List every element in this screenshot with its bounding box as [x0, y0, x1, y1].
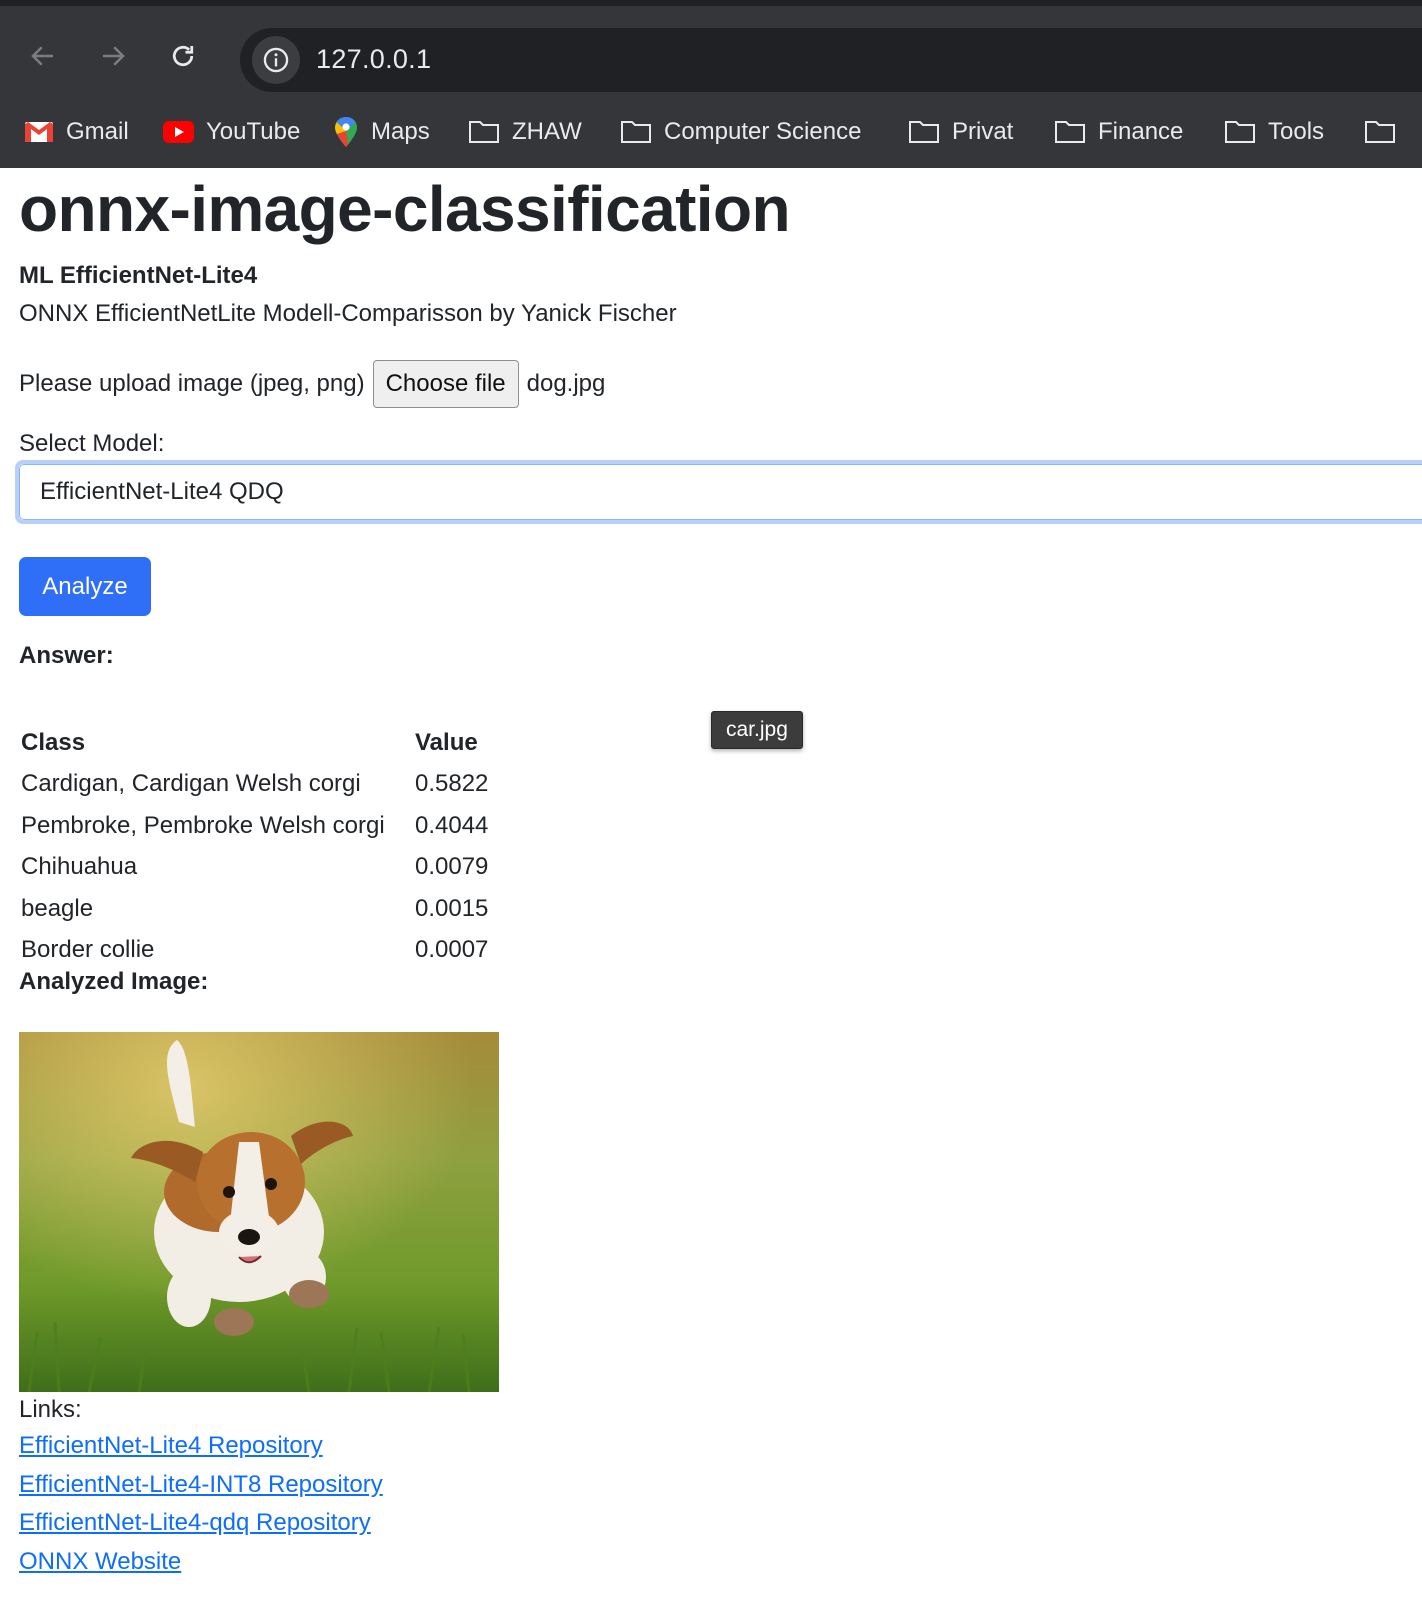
bookmark-gmail[interactable]: Gmail — [24, 106, 129, 158]
bookmark-label: ZHAW — [512, 118, 582, 145]
address-bar[interactable]: 127.0.0.1 — [240, 28, 1422, 92]
bookmark-label: Finance — [1098, 118, 1184, 145]
table-row: beagle 0.0015 — [19, 888, 490, 930]
site-info-icon[interactable] — [252, 36, 300, 84]
answer-label: Answer: — [19, 642, 114, 669]
class-cell: Border collie — [21, 936, 155, 964]
file-tooltip: car.jpg — [711, 711, 803, 749]
table-row: Chihuahua 0.0079 — [19, 847, 490, 889]
url-text: 127.0.0.1 — [316, 44, 432, 74]
table-header-row: Class Value — [19, 722, 490, 764]
bookmark-folder-privat[interactable]: Privat — [908, 106, 1013, 158]
bookmark-folder-tools[interactable]: Tools — [1224, 106, 1324, 158]
bookmark-label: Computer Science — [664, 118, 862, 145]
link-efficientnet-lite4-int8-repository[interactable]: EfficientNet-Lite4-INT8 Repository — [19, 1469, 383, 1508]
folder-icon — [1365, 121, 1395, 143]
table-row: Border collie 0.0007 — [19, 930, 490, 972]
bookmark-label: Gmail — [66, 118, 129, 145]
bookmark-label: Privat — [952, 118, 1014, 145]
folder-icon — [1055, 121, 1085, 143]
browser-chrome: 127.0.0.1 Gmail YouTube Maps ZHAW Comput… — [0, 0, 1422, 168]
bookmark-label: Tools — [1268, 118, 1325, 145]
value-cell: 0.0079 — [415, 853, 489, 881]
bookmark-folder-overflow[interactable] — [1364, 106, 1396, 158]
value-cell: 0.0015 — [415, 894, 489, 922]
dog-photo — [19, 1032, 499, 1392]
model-select-value: EfficientNet-Lite4 QDQ — [40, 478, 284, 505]
reload-icon — [172, 45, 194, 67]
class-cell: Chihuahua — [21, 853, 138, 881]
value-cell: 0.0007 — [415, 936, 489, 964]
model-select-label: Select Model: — [19, 430, 165, 457]
arrow-right-icon — [103, 46, 125, 66]
class-cell: beagle — [21, 894, 94, 922]
column-header-value: Value — [415, 728, 478, 756]
bookmark-folder-zhaw[interactable]: ZHAW — [468, 106, 582, 158]
table-row: Cardigan, Cardigan Welsh corgi 0.5822 — [19, 764, 490, 806]
folder-icon — [1225, 121, 1255, 143]
selected-file-name: dog.jpg — [526, 370, 606, 397]
value-cell: 0.5822 — [415, 770, 489, 798]
maps-icon — [335, 117, 357, 147]
browser-toolbar: 127.0.0.1 — [0, 12, 1422, 92]
forward-button[interactable] — [93, 36, 133, 76]
choose-file-button[interactable]: Choose file — [372, 360, 519, 408]
folder-icon — [621, 121, 651, 143]
analyzed-image — [19, 1032, 499, 1392]
folder-icon — [469, 121, 499, 143]
model-select[interactable]: EfficientNet-Lite4 QDQ — [19, 464, 1422, 520]
class-cell: Cardigan, Cardigan Welsh corgi — [21, 770, 361, 798]
link-efficientnet-lite4-repository[interactable]: EfficientNet-Lite4 Repository — [19, 1430, 383, 1469]
reload-button[interactable] — [163, 36, 203, 76]
gmail-icon — [25, 122, 53, 142]
bookmark-label: Maps — [371, 118, 430, 145]
links-label: Links: — [19, 1396, 82, 1423]
bookmark-maps[interactable]: Maps — [333, 106, 430, 158]
table-row: Pembroke, Pembroke Welsh corgi 0.4044 — [19, 805, 490, 847]
results-table: Class Value Cardigan, Cardigan Welsh cor… — [19, 722, 490, 971]
back-button[interactable] — [23, 36, 63, 76]
page-title: onnx-image-classification — [19, 173, 791, 245]
arrow-left-icon — [31, 46, 53, 66]
class-cell: Pembroke, Pembroke Welsh corgi — [21, 811, 385, 839]
link-efficientnet-lite4-qdq-repository[interactable]: EfficientNet-Lite4-qdq Repository — [19, 1507, 383, 1546]
bookmarks-bar: Gmail YouTube Maps ZHAW Computer Science… — [0, 106, 1422, 158]
folder-icon — [909, 121, 939, 143]
model-select-focus-ring: EfficientNet-Lite4 QDQ — [15, 460, 1422, 524]
upload-row: Please upload image (jpeg, png) Choose f… — [19, 360, 605, 408]
upload-label: Please upload image (jpeg, png) — [19, 370, 365, 397]
model-heading: ML EfficientNet-Lite4 — [19, 262, 258, 289]
links-list: EfficientNet-Lite4 Repository EfficientN… — [19, 1430, 383, 1584]
link-onnx-website[interactable]: ONNX Website — [19, 1546, 383, 1585]
youtube-icon — [163, 121, 194, 143]
analyze-button[interactable]: Analyze — [19, 557, 151, 616]
value-cell: 0.4044 — [415, 811, 489, 839]
bookmark-youtube[interactable]: YouTube — [163, 106, 300, 158]
analyzed-image-label: Analyzed Image: — [19, 968, 209, 995]
page-description: ONNX EfficientNetLite Modell-Comparisson… — [19, 300, 677, 327]
column-header-class: Class — [21, 728, 86, 756]
bookmark-folder-computer-science[interactable]: Computer Science — [620, 106, 861, 158]
bookmark-label: YouTube — [206, 118, 301, 145]
bookmark-folder-finance[interactable]: Finance — [1054, 106, 1183, 158]
